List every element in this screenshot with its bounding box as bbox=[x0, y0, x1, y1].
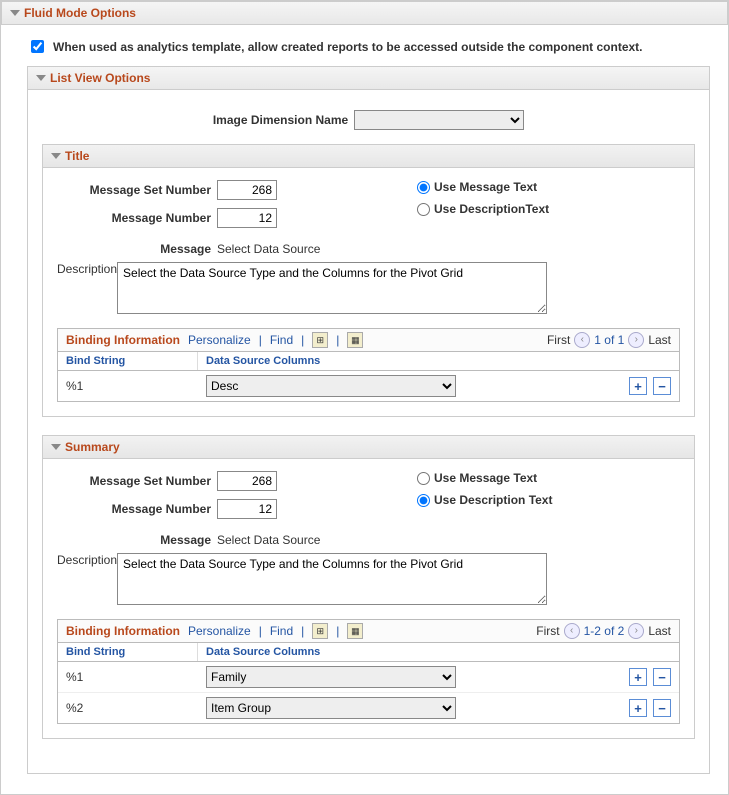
image-dimension-select[interactable] bbox=[354, 110, 524, 130]
bind-string-cell: %2 bbox=[58, 697, 198, 719]
view-all-icon[interactable]: ⊞ bbox=[312, 623, 328, 639]
collapse-icon bbox=[36, 75, 46, 81]
collapse-icon bbox=[51, 153, 61, 159]
list-view-title: List View Options bbox=[50, 71, 150, 85]
title-use-desc-label: Use DescriptionText bbox=[434, 202, 549, 216]
binding-grid-title: Binding Information bbox=[66, 333, 180, 347]
summary-block: Summary Message Set Number Message Numbe… bbox=[42, 435, 695, 739]
title-use-msg-radio[interactable] bbox=[417, 181, 430, 194]
pager-text[interactable]: 1 of 1 bbox=[594, 333, 624, 347]
title-msg-set-input[interactable] bbox=[217, 180, 277, 200]
bind-string-cell: %1 bbox=[58, 666, 198, 688]
prev-btn[interactable]: ‹ bbox=[574, 332, 590, 348]
title-use-msg-radio-row[interactable]: Use Message Text bbox=[417, 180, 549, 194]
title-description-textarea[interactable] bbox=[117, 262, 547, 314]
title-use-desc-radio-row[interactable]: Use DescriptionText bbox=[417, 202, 549, 216]
title-use-desc-radio[interactable] bbox=[417, 203, 430, 216]
ds-column-select[interactable]: Desc bbox=[206, 375, 456, 397]
ds-column-select[interactable]: Family bbox=[206, 666, 456, 688]
first-label: First bbox=[536, 624, 559, 638]
image-dimension-label: Image Dimension Name bbox=[213, 113, 348, 127]
msg-set-label: Message Set Number bbox=[57, 183, 217, 197]
next-btn[interactable]: › bbox=[628, 332, 644, 348]
summary-use-desc-label: Use Description Text bbox=[434, 493, 552, 507]
next-btn[interactable]: › bbox=[628, 623, 644, 639]
description-label: Description bbox=[57, 262, 117, 314]
table-row: %1 Desc +− bbox=[58, 371, 679, 401]
find-link[interactable]: Find bbox=[270, 624, 293, 638]
col-ds-header[interactable]: Data Source Columns bbox=[198, 643, 609, 661]
last-label: Last bbox=[648, 624, 671, 638]
prev-btn[interactable]: ‹ bbox=[564, 623, 580, 639]
message-label: Message bbox=[57, 533, 217, 547]
last-label: Last bbox=[648, 333, 671, 347]
title-block-header[interactable]: Title bbox=[43, 145, 694, 168]
view-all-icon[interactable]: ⊞ bbox=[312, 332, 328, 348]
title-use-msg-label: Use Message Text bbox=[434, 180, 537, 194]
message-label: Message bbox=[57, 242, 217, 256]
summary-use-desc-radio-row[interactable]: Use Description Text bbox=[417, 493, 552, 507]
download-icon[interactable]: ▦ bbox=[347, 623, 363, 639]
bind-string-cell: %1 bbox=[58, 375, 198, 397]
list-view-header[interactable]: List View Options bbox=[27, 66, 710, 90]
msg-num-label: Message Number bbox=[57, 502, 217, 516]
personalize-link[interactable]: Personalize bbox=[188, 624, 251, 638]
table-row: %2 Item Group +− bbox=[58, 693, 679, 723]
remove-row-button[interactable]: − bbox=[653, 699, 671, 717]
summary-use-msg-radio-row[interactable]: Use Message Text bbox=[417, 471, 552, 485]
title-msg-num-input[interactable] bbox=[217, 208, 277, 228]
binding-grid-title: Binding Information bbox=[66, 624, 180, 638]
summary-description-textarea[interactable] bbox=[117, 553, 547, 605]
summary-block-title: Summary bbox=[65, 440, 120, 454]
fluid-mode-header[interactable]: Fluid Mode Options bbox=[1, 1, 728, 25]
title-message-value: Select Data Source bbox=[217, 242, 320, 256]
summary-binding-grid: Binding Information Personalize | Find |… bbox=[57, 619, 680, 724]
col-ds-header[interactable]: Data Source Columns bbox=[198, 352, 609, 370]
find-link[interactable]: Find bbox=[270, 333, 293, 347]
msg-set-label: Message Set Number bbox=[57, 474, 217, 488]
add-row-button[interactable]: + bbox=[629, 377, 647, 395]
summary-block-header[interactable]: Summary bbox=[43, 436, 694, 459]
description-label: Description bbox=[57, 553, 117, 605]
summary-use-msg-radio[interactable] bbox=[417, 472, 430, 485]
title-binding-grid: Binding Information Personalize | Find |… bbox=[57, 328, 680, 402]
analytics-template-checkbox[interactable] bbox=[31, 40, 44, 53]
personalize-link[interactable]: Personalize bbox=[188, 333, 251, 347]
download-icon[interactable]: ▦ bbox=[347, 332, 363, 348]
analytics-template-label: When used as analytics template, allow c… bbox=[53, 40, 643, 54]
ds-column-select[interactable]: Item Group bbox=[206, 697, 456, 719]
col-bind-header[interactable]: Bind String bbox=[58, 643, 198, 661]
add-row-button[interactable]: + bbox=[629, 668, 647, 686]
table-row: %1 Family +− bbox=[58, 662, 679, 693]
summary-use-msg-label: Use Message Text bbox=[434, 471, 537, 485]
collapse-icon bbox=[10, 10, 20, 16]
msg-num-label: Message Number bbox=[57, 211, 217, 225]
remove-row-button[interactable]: − bbox=[653, 377, 671, 395]
pager-text[interactable]: 1-2 of 2 bbox=[584, 624, 625, 638]
fluid-mode-title: Fluid Mode Options bbox=[24, 6, 136, 20]
add-row-button[interactable]: + bbox=[629, 699, 647, 717]
remove-row-button[interactable]: − bbox=[653, 668, 671, 686]
title-block: Title Message Set Number Message Number bbox=[42, 144, 695, 417]
collapse-icon bbox=[51, 444, 61, 450]
summary-message-value: Select Data Source bbox=[217, 533, 320, 547]
first-label: First bbox=[547, 333, 570, 347]
summary-msg-num-input[interactable] bbox=[217, 499, 277, 519]
title-block-title: Title bbox=[65, 149, 89, 163]
summary-msg-set-input[interactable] bbox=[217, 471, 277, 491]
summary-use-desc-radio[interactable] bbox=[417, 494, 430, 507]
col-bind-header[interactable]: Bind String bbox=[58, 352, 198, 370]
